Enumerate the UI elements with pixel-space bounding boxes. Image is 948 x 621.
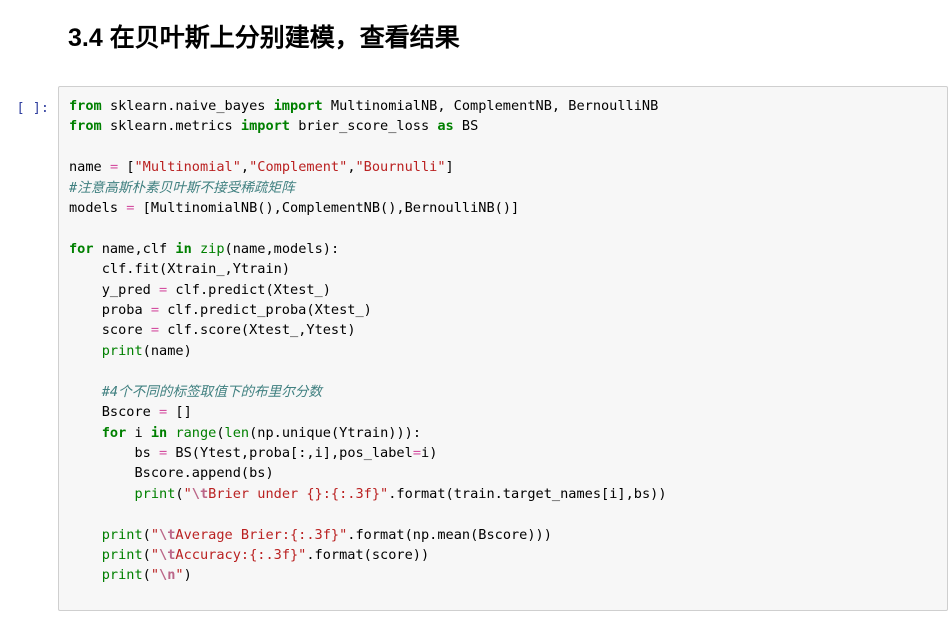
code-editor[interactable]: from sklearn.naive_bayes import Multinom… — [58, 86, 948, 611]
code-line: print("\tAccuracy:{:.3f}".format(score)) — [101, 546, 430, 563]
markdown-cell[interactable]: 3.4 在贝叶斯上分别建模，查看结果 — [0, 0, 948, 56]
code-cell-prompt: [ ]: — [16, 100, 49, 116]
code-cell[interactable]: [ ]: from sklearn.naive_bayes import Mul… — [0, 86, 948, 611]
code-line: proba = clf.predict_proba(Xtest_) — [101, 302, 372, 319]
code-line: bs = BS(Ytest,proba[:,i],pos_label=i) — [134, 444, 438, 461]
code-line: from sklearn.metrics import brier_score_… — [69, 118, 479, 135]
code-line: print("\tBrier under {}:{:.3f}".format(t… — [134, 485, 667, 502]
code-line: models = [MultinomialNB(),ComplementNB()… — [69, 200, 520, 217]
code-line: print("\n") — [101, 567, 192, 584]
code-line: score = clf.score(Xtest_,Ytest) — [101, 322, 356, 339]
code-line: print(name) — [101, 342, 192, 359]
markdown-cell-body: 3.4 在贝叶斯上分别建模，查看结果 — [0, 0, 948, 56]
code-line: name = ["Multinomial","Complement","Bour… — [69, 159, 454, 176]
notebook-container: 3.4 在贝叶斯上分别建模，查看结果 [ ]: from sklearn.nai… — [0, 0, 948, 621]
page-title: 3.4 在贝叶斯上分别建模，查看结果 — [68, 24, 460, 52]
code-line: print("\tAverage Brier:{:.3f}".format(np… — [101, 526, 552, 543]
code-line: Bscore = [] — [101, 404, 192, 421]
code-line-comment: #注意高斯朴素贝叶斯不接受稀疏矩阵 — [69, 179, 295, 196]
code-line: y_pred = clf.predict(Xtest_) — [101, 281, 331, 298]
code-source[interactable]: from sklearn.naive_bayes import Multinom… — [69, 96, 941, 586]
code-line: clf.fit(Xtrain_,Ytrain) — [101, 261, 290, 278]
code-line-comment: #4个不同的标签取值下的布里尔分数 — [101, 383, 323, 400]
code-line: for name,clf in zip(name,models): — [69, 240, 340, 257]
code-line: Bscore.append(bs) — [134, 465, 274, 482]
code-line: for i in range(len(np.unique(Ytrain))): — [101, 424, 422, 441]
code-line: from sklearn.naive_bayes import Multinom… — [69, 98, 659, 114]
